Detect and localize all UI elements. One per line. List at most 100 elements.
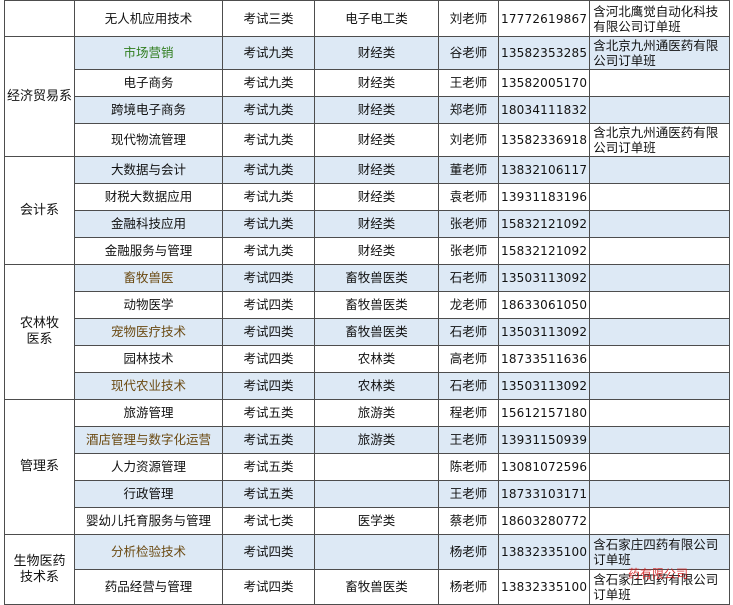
note-cell [589,453,731,481]
note-cell [589,426,731,454]
major-cell: 人力资源管理 [74,453,223,481]
exam-type-cell: 考试四类 [222,264,315,292]
exam-type-cell: 考试四类 [222,569,315,605]
phone-cell: 15832121092 [497,237,591,265]
teacher-cell: 王老师 [438,426,499,454]
phone-cell: 13081072596 [497,453,591,481]
phone-cell: 13931150939 [497,426,591,454]
category-cell: 财经类 [314,210,439,238]
enrollment-table: 无人机应用技术 考试三类 电子电工类 刘老师 17772619867 含河北鹰觉… [4,0,731,605]
category-cell [314,480,439,508]
exam-type-cell: 考试五类 [222,453,315,481]
category-cell: 财经类 [314,183,439,211]
department-cell [4,0,75,37]
category-cell: 畜牧兽医类 [314,569,439,605]
note-cell [589,264,731,292]
note-cell [589,399,731,427]
exam-type-cell: 考试四类 [222,372,315,400]
exam-type-cell: 考试四类 [222,345,315,373]
teacher-cell: 王老师 [438,69,499,97]
teacher-cell: 龙老师 [438,291,499,319]
major-cell: 金融科技应用 [74,210,223,238]
category-cell: 农林类 [314,345,439,373]
teacher-cell: 石老师 [438,372,499,400]
major-cell: 财税大数据应用 [74,183,223,211]
phone-cell: 13931183196 [497,183,591,211]
note-cell [589,345,731,373]
exam-type-cell: 考试五类 [222,399,315,427]
note-cell: 含河北鹰觉自动化科技有限公司订单班 [589,0,731,37]
note-cell [589,372,731,400]
teacher-cell: 袁老师 [438,183,499,211]
teacher-cell: 谷老师 [438,36,499,70]
category-cell [314,534,439,570]
exam-type-cell: 考试五类 [222,426,315,454]
phone-cell: 13832335100 [497,569,591,605]
stamp-text: 药有限公司 [628,567,689,581]
teacher-cell: 张老师 [438,237,499,265]
exam-type-cell: 考试四类 [222,534,315,570]
major-cell: 分析检验技术 [74,534,223,570]
category-cell: 医学类 [314,507,439,535]
teacher-cell: 张老师 [438,210,499,238]
phone-cell: 15612157180 [497,399,591,427]
exam-type-cell: 考试九类 [222,156,315,184]
exam-type-cell: 考试五类 [222,480,315,508]
major-cell: 畜牧兽医 [74,264,223,292]
category-cell: 财经类 [314,96,439,124]
phone-cell: 13582353285 [497,36,591,70]
phone-cell: 18733103171 [497,480,591,508]
note-cell [589,237,731,265]
teacher-cell: 刘老师 [438,123,499,157]
department-cell: 经济贸易系 [4,36,75,157]
category-cell: 财经类 [314,36,439,70]
phone-cell: 17772619867 [497,0,591,37]
note-cell [589,210,731,238]
phone-cell: 13832106117 [497,156,591,184]
major-cell: 宠物医疗技术 [74,318,223,346]
teacher-cell: 蔡老师 [438,507,499,535]
category-cell: 畜牧兽医类 [314,291,439,319]
major-cell: 动物医学 [74,291,223,319]
phone-cell: 18633061050 [497,291,591,319]
exam-type-cell: 考试九类 [222,210,315,238]
exam-type-cell: 考试七类 [222,507,315,535]
major-cell: 现代物流管理 [74,123,223,157]
exam-type-cell: 考试九类 [222,123,315,157]
note-cell [589,156,731,184]
phone-cell: 18034111832 [497,96,591,124]
note-cell [589,69,731,97]
department-cell: 生物医药技术系 [4,534,75,605]
teacher-cell: 石老师 [438,264,499,292]
category-cell: 畜牧兽医类 [314,264,439,292]
exam-type-cell: 考试九类 [222,36,315,70]
teacher-cell: 高老师 [438,345,499,373]
note-cell [589,507,731,535]
major-cell: 婴幼儿托育服务与管理 [74,507,223,535]
major-cell: 电子商务 [74,69,223,97]
teacher-cell: 刘老师 [438,0,499,37]
teacher-cell: 杨老师 [438,534,499,570]
category-cell [314,453,439,481]
phone-cell: 15832121092 [497,210,591,238]
note-cell: 含北京九州通医药有限公司订单班 [589,36,731,70]
note-cell: 含北京九州通医药有限公司订单班 [589,123,731,157]
major-cell: 园林技术 [74,345,223,373]
major-cell: 行政管理 [74,480,223,508]
major-cell: 无人机应用技术 [74,0,223,37]
teacher-cell: 程老师 [438,399,499,427]
department-cell: 农林牧医系 [4,264,75,400]
category-cell: 农林类 [314,372,439,400]
major-cell: 旅游管理 [74,399,223,427]
teacher-cell: 郑老师 [438,96,499,124]
exam-type-cell: 考试四类 [222,291,315,319]
phone-cell: 13503113092 [497,372,591,400]
department-cell: 会计系 [4,156,75,265]
category-cell: 电子电工类 [314,0,439,37]
category-cell: 财经类 [314,69,439,97]
major-cell: 药品经营与管理 [74,569,223,605]
company-stamp: 药有限公司 [628,565,688,582]
teacher-cell: 陈老师 [438,453,499,481]
teacher-cell: 王老师 [438,480,499,508]
note-cell [589,96,731,124]
